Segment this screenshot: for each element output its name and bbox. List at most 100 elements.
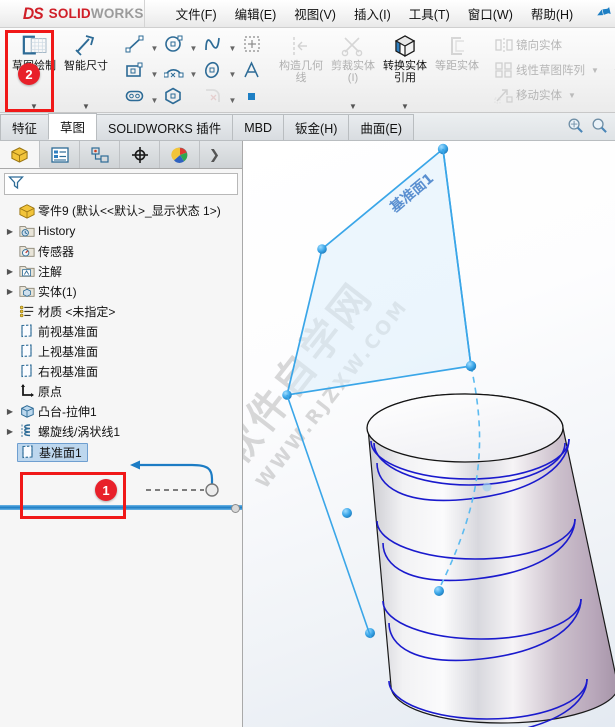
dimxpert-manager-tab[interactable] [120,141,160,168]
helix-expander[interactable]: ▶ [3,427,17,436]
linear-pattern-caret[interactable]: ▼ [591,66,599,75]
linear-sketch-pattern-icon [492,61,516,79]
move-entities-caret[interactable]: ▼ [568,91,576,100]
move-entities-row[interactable]: 移动实体 ▼ [492,83,601,108]
smart-dimension-icon [73,33,99,59]
slot-icon[interactable] [122,84,148,108]
history-expander[interactable]: ▶ [3,227,17,236]
command-manager-tabs: 特征 草图 SOLIDWORKS 插件 MBD 钣金(H) 曲面(E) [0,113,615,141]
tree-item-history[interactable]: ▶ History [3,221,242,241]
solid-bodies-expander[interactable]: ▶ [3,287,17,296]
helix-icon [17,423,37,439]
filter-icon [8,175,24,193]
plane-icon [18,444,38,460]
smart-dimension-label: 智能尺寸 [64,60,108,72]
line-icon[interactable] [122,32,148,56]
tree-root-label: 零件9 (默认<<默认>_显示状态 1>) [38,204,221,218]
tree-item-annotations[interactable]: ▶ 注解 [3,261,242,281]
model-3d[interactable]: 基准面1 [243,141,615,727]
spline-icon[interactable] [200,32,226,56]
menu-tools[interactable]: 工具(T) [400,0,459,27]
solidworks-wordmark: SOLIDWORKS [48,6,144,21]
annotations-icon [17,263,37,279]
convert-entities-caret[interactable]: ▼ [401,102,409,111]
fillet-dropdown-caret[interactable]: ▼ [226,81,239,111]
mirror-entities-row[interactable]: 镜向实体 [492,33,601,58]
annotations-expander[interactable]: ▶ [3,267,17,276]
sketch-icon [20,33,48,59]
menu-view[interactable]: 视图(V) [285,0,345,27]
display-delete-relations-button[interactable]: 显示/删除几何关系 ▼ [610,28,615,112]
tab-surfaces[interactable]: 曲面(E) [348,114,415,140]
tab-solidworks-addins[interactable]: SOLIDWORKS 插件 [96,114,234,140]
sketch-fillet-icon[interactable] [200,84,226,108]
tree-item-right-plane[interactable]: 右视基准面 [3,361,242,381]
tree-item-boss-extrude[interactable]: ▶ 凸台-拉伸1 [3,401,242,421]
linear-sketch-pattern-row[interactable]: 线性草图阵列 ▼ [492,58,601,83]
tree-filter-input[interactable] [27,176,237,192]
linear-sketch-pattern-label: 线性草图阵列 [516,65,585,77]
construction-geometry-button[interactable]: 构造几何线 [275,28,327,112]
solid-bodies-icon [17,283,37,299]
zoom-area-icon[interactable] [591,117,608,137]
tree-item-material[interactable]: 材质 <未指定> [3,301,242,321]
smart-dimension-button[interactable]: 智能尺寸 ▼ [60,28,112,112]
menu-file[interactable]: 文件(F) [167,0,226,27]
trim-entities-button[interactable]: 剪裁实体(I) ▼ [327,28,379,112]
tab-mbd[interactable]: MBD [232,114,285,140]
tree-item-sensors[interactable]: 传感器 [3,241,242,261]
pin-icon[interactable] [592,1,615,25]
text-icon[interactable] [239,58,265,82]
tree-item-origin[interactable]: 原点 [3,381,242,401]
zoom-to-fit-icon[interactable] [567,117,584,137]
property-manager-tab[interactable] [40,141,80,168]
rectangle-icon[interactable] [122,58,148,82]
convert-entities-label: 转换实体引用 [383,60,427,84]
tree-root-part[interactable]: 零件9 (默认<<默认>_显示状态 1>) [3,200,242,221]
more-tabs-chevron[interactable]: ❯ [200,141,242,168]
plane-edge-point-left[interactable] [342,508,352,518]
tree-item-solid-bodies[interactable]: ▶ 实体(1) [3,281,242,301]
tree-filter-bar[interactable] [4,173,238,195]
axis-point-mid[interactable] [482,482,492,492]
convert-entities-button[interactable]: 转换实体引用 ▼ [379,28,431,112]
cylinder-top-face[interactable] [366,393,564,463]
offset-entities-button[interactable]: 等距实体 [431,28,483,112]
slot-dropdown-caret[interactable]: ▼ [148,81,161,111]
smart-dimension-caret[interactable]: ▼ [82,102,90,111]
ellipse-icon[interactable] [200,58,226,82]
feature-tree-tab[interactable] [0,141,40,168]
plane-handle-tl[interactable] [317,244,327,254]
tree-item-plane1[interactable]: 基准面1 [3,441,242,463]
axis-point-bottom[interactable] [434,586,444,596]
tree-item-front-plane[interactable]: 前视基准面 [3,321,242,341]
trim-box-icon[interactable] [239,32,265,56]
tab-right-icons [567,117,615,140]
arc-icon[interactable] [161,58,187,82]
tree-item-history-label: History [38,224,76,238]
tree-item-top-plane[interactable]: 上视基准面 [3,341,242,361]
rollback-bar[interactable] [0,505,242,510]
tab-features[interactable]: 特征 [0,114,50,140]
graphics-viewport[interactable]: 软件自学网 WWW.RJZXW.COM [243,141,615,727]
polygon-icon[interactable] [161,84,187,108]
tree-item-helix[interactable]: ▶ 螺旋线/涡状线1 [3,421,242,441]
trim-entities-caret[interactable]: ▼ [349,102,357,111]
display-manager-tab[interactable] [160,141,200,168]
tab-sketch[interactable]: 草图 [48,113,98,140]
menu-window[interactable]: 窗口(W) [459,0,522,27]
polygon-dropdown-caret[interactable] [187,81,200,111]
tab-sheet-metal[interactable]: 钣金(H) [283,114,350,140]
circle-icon[interactable] [161,32,187,56]
construction-geometry-icon [289,33,313,59]
configuration-manager-tab[interactable] [80,141,120,168]
sketch-dropdown-caret[interactable]: ▼ [30,102,38,111]
ribbon-group-sketch: 草图绘制 ▼ 智能尺寸 ▼ [0,28,114,112]
rollback-bar-handle[interactable] [231,504,240,513]
boss-extrude-expander[interactable]: ▶ [3,407,17,416]
menu-help[interactable]: 帮助(H) [522,0,582,27]
menu-edit[interactable]: 编辑(E) [226,0,286,27]
point-icon[interactable] [239,84,265,108]
menu-insert[interactable]: 插入(I) [345,0,400,27]
sensor-icon [17,243,37,259]
